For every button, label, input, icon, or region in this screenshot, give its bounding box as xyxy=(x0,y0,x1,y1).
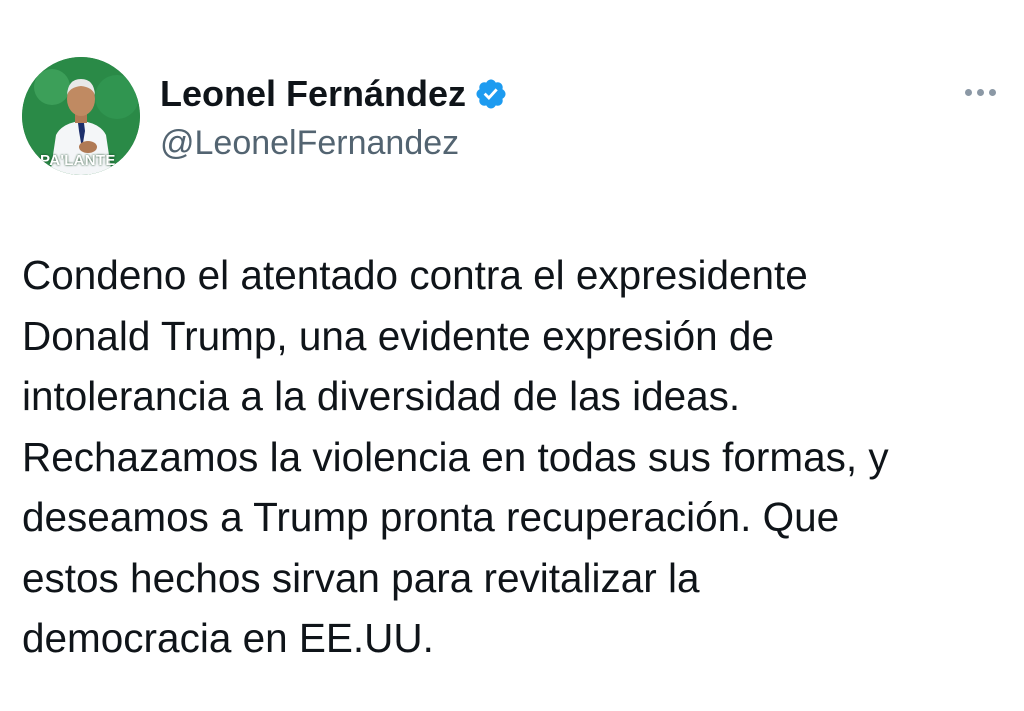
tweet-text: Condeno el atentado contra el expresiden… xyxy=(22,252,889,661)
avatar-banner-text: PA'LANTE xyxy=(40,152,116,169)
avatar[interactable]: PA'LANTE xyxy=(22,57,140,175)
user-handle[interactable]: @LeonelFernandez xyxy=(160,122,459,164)
more-dot xyxy=(976,88,984,96)
verified-badge-icon[interactable] xyxy=(474,77,508,111)
author-name-row: Leonel Fernández xyxy=(160,72,508,116)
more-options-icon[interactable] xyxy=(958,80,1002,104)
more-dot xyxy=(988,88,996,96)
more-dot xyxy=(964,88,972,96)
display-name[interactable]: Leonel Fernández xyxy=(160,72,466,116)
tweet: PA'LANTE Leonel Fernández @LeonelFernand… xyxy=(0,0,1024,711)
